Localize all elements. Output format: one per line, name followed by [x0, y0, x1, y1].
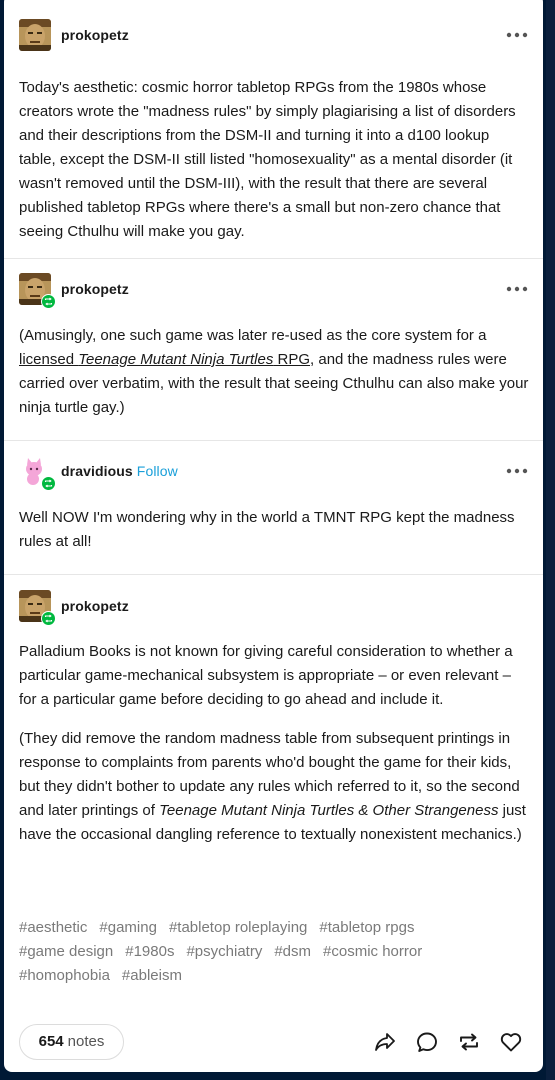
post-text: Palladium Books is not known for giving … — [19, 643, 513, 708]
tag-link[interactable]: #psychiatry — [186, 940, 262, 964]
notes-label: notes — [67, 1033, 105, 1050]
post-text: (Amusingly, one such game was later re-u… — [19, 324, 529, 420]
post-header: prokopetz — [19, 590, 529, 626]
tag-link[interactable]: #homophobia — [19, 964, 110, 988]
reblog-trail-item: dravidious Follow Well NOW I'm wondering … — [4, 440, 543, 575]
more-options-icon[interactable] — [505, 463, 529, 479]
post-header: prokopetz — [19, 19, 529, 53]
post-text: Today's aesthetic: cosmic horror tableto… — [19, 79, 516, 240]
notes-button[interactable]: 654 notes — [19, 1024, 124, 1060]
more-options-icon[interactable] — [505, 281, 529, 297]
reblog-badge-icon — [41, 294, 56, 309]
like-icon[interactable] — [499, 1030, 523, 1054]
username[interactable]: prokopetz — [61, 281, 129, 297]
reblog-trail-item: prokopetz Palladium Books is not known f… — [4, 574, 543, 1072]
reblog-trail-item: prokopetz Today's aesthetic: cosmic horr… — [4, 0, 543, 259]
reblog-badge-icon — [41, 611, 56, 626]
post-actions — [369, 1030, 529, 1054]
tag-link[interactable]: #gaming — [99, 916, 157, 940]
avatar[interactable] — [19, 19, 51, 51]
post-header: prokopetz — [19, 273, 529, 309]
text-segment-italic: Teenage Mutant Ninja Turtles & Other Str… — [159, 802, 499, 819]
tag-link[interactable]: #ableism — [122, 964, 182, 988]
link-text: licensed — [19, 351, 79, 368]
notes-count: 654 — [38, 1033, 64, 1050]
username[interactable]: dravidious — [61, 463, 133, 479]
reblog-badge-icon — [41, 476, 56, 491]
more-options-icon[interactable] — [505, 27, 529, 43]
text-segment: (Amusingly, one such game was later re-u… — [19, 327, 487, 344]
post-body: Today's aesthetic: cosmic horror tableto… — [19, 76, 529, 244]
tag-link[interactable]: #aesthetic — [19, 916, 87, 940]
post-body: Well NOW I'm wondering why in the world … — [19, 506, 529, 554]
tag-link[interactable]: #cosmic horror — [323, 940, 422, 964]
link-tail-text: RPG — [273, 351, 311, 368]
scrollbar[interactable] — [546, 0, 555, 1080]
reply-icon[interactable] — [415, 1030, 439, 1054]
licensed-rpg-link[interactable]: licensed Teenage Mutant Ninja Turtles RP… — [19, 351, 310, 368]
face-avatar-icon — [19, 19, 51, 51]
post-body: (Amusingly, one such game was later re-u… — [19, 324, 529, 420]
share-icon[interactable] — [373, 1030, 397, 1054]
tag-link[interactable]: #tabletop rpgs — [319, 916, 414, 940]
post-card: prokopetz Today's aesthetic: cosmic horr… — [4, 0, 543, 1072]
tag-link[interactable]: #dsm — [274, 940, 311, 964]
username-row: dravidious Follow — [61, 463, 178, 479]
post-text: (They did remove the random madness tabl… — [19, 727, 529, 847]
follow-button[interactable]: Follow — [137, 463, 178, 479]
link-italic-text: Teenage Mutant Ninja Turtles — [78, 351, 274, 368]
tag-list: #aesthetic #gaming #tabletop roleplaying #t… — [19, 916, 529, 988]
tag-link[interactable]: #tabletop roleplaying — [169, 916, 307, 940]
post-text: Well NOW I'm wondering why in the world … — [19, 509, 515, 550]
reblog-trail-item: prokopetz (Amusingly, one such game was … — [4, 258, 543, 441]
tag-link[interactable]: #game design — [19, 940, 113, 964]
post-body: Palladium Books is not known for giving … — [19, 640, 529, 847]
reblog-icon[interactable] — [457, 1030, 481, 1054]
tag-link[interactable]: #1980s — [125, 940, 174, 964]
username[interactable]: prokopetz — [61, 27, 129, 43]
post-header: dravidious Follow — [19, 455, 529, 491]
username[interactable]: prokopetz — [61, 598, 129, 614]
